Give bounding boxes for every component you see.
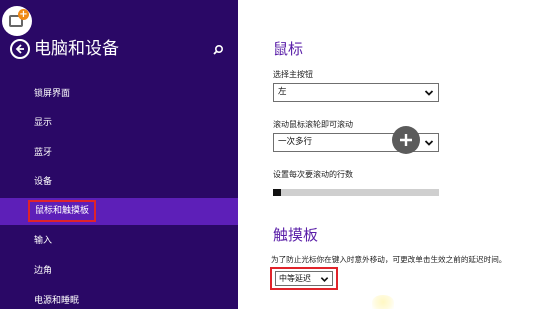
search-icon[interactable] [211,43,225,57]
slider-fill [273,189,282,196]
back-arrow-icon [15,44,24,54]
touchpad-delay-label: 为了防止光标你在键入时意外移动，可更改单击生效之前的延迟时间。 [271,255,507,264]
sidebar: + 电脑和设备 锁屏界面 显示 蓝牙 设备 鼠标和触摸板 输入 边角 电源和睡眠 [0,0,238,309]
decorative-glow [372,295,394,309]
touchpad-delay-box: 中等延迟 [275,271,333,286]
sidebar-item-power-sleep[interactable]: 电源和睡眠 [24,289,238,309]
scroll-lines-slider[interactable] [273,189,439,196]
sidebar-title: 电脑和设备 [34,39,119,59]
sidebar-item-lock-screen[interactable]: 锁屏界面 [24,82,238,106]
plus-icon [400,134,412,146]
primary-button-select[interactable]: 左 [273,83,439,102]
sidebar-item-typing[interactable]: 输入 [24,229,238,253]
back-button[interactable] [10,39,30,59]
chevron-down-icon [320,277,329,282]
watermark-logo: + [2,6,32,36]
sidebar-item-bluetooth[interactable]: 蓝牙 [24,141,238,165]
primary-button-value: 左 [278,87,287,97]
wheel-scroll-label: 滚动鼠标滚轮即可滚动 [273,120,353,129]
touchpad-section-title: 触摸板 [273,226,319,244]
mouse-section-title: 鼠标 [273,40,304,58]
sidebar-item-display[interactable]: 显示 [24,111,238,135]
settings-content: 鼠标 选择主按钮 左 滚动鼠标滚轮即可滚动 一次多行 设置每次要滚动的行数 触摸… [238,0,554,309]
sidebar-item-corners[interactable]: 边角 [24,259,238,283]
touchpad-delay-value: 中等延迟 [279,274,311,283]
touchpad-delay-select[interactable]: 中等延迟 [270,267,338,290]
add-overlay-button[interactable] [392,126,420,154]
wheel-scroll-value: 一次多行 [278,137,313,147]
watermark-plus-icon: + [18,9,29,20]
chevron-down-icon [424,90,434,96]
primary-button-label: 选择主按钮 [273,70,313,79]
sidebar-item-devices[interactable]: 设备 [24,170,238,194]
sidebar-item-mouse-touchpad[interactable]: 鼠标和触摸板 [0,198,238,225]
scroll-lines-label: 设置每次要滚动的行数 [273,170,353,179]
chevron-down-icon [424,140,434,146]
pc-settings-window: + 电脑和设备 锁屏界面 显示 蓝牙 设备 鼠标和触摸板 输入 边角 电源和睡眠… [0,0,554,309]
